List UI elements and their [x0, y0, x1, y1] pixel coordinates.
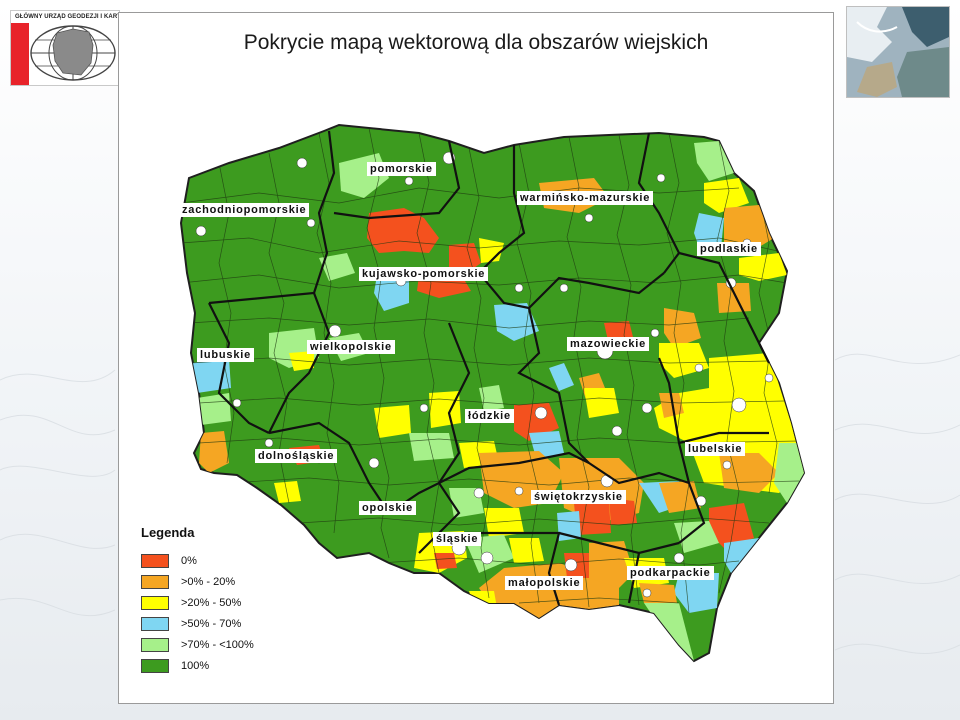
logo-text: GŁÓWNY URZĄD GEODEZJI I KARTO [15, 14, 126, 20]
legend-item: >0% - 20% [141, 571, 291, 592]
map-legend: Legenda 0% >0% - 20% >20% - 50% >50% - 7… [141, 525, 291, 676]
region-label-lubelskie: lubelskie [685, 442, 746, 456]
legend-item: 100% [141, 655, 291, 676]
legend-swatch-0 [141, 553, 169, 568]
region-label-podkarpackie: podkarpackie [627, 566, 714, 580]
map-panel: Pokrycie mapą wektorową dla obszarów wie… [118, 12, 834, 704]
gugik-logo: GŁÓWNY URZĄD GEODEZJI I KARTO [10, 10, 126, 86]
legend-label: >70% - <100% [181, 638, 254, 651]
legend-item: >50% - 70% [141, 613, 291, 634]
legend-label: >50% - 70% [181, 617, 242, 630]
region-label-malopolskie: małopolskie [505, 576, 584, 590]
coverage-patch [509, 538, 544, 563]
region-label-warminsko-mazurskie: warmińsko-mazurskie [517, 191, 654, 205]
region-label-opolskie: opolskie [359, 501, 417, 515]
coverage-patch [724, 538, 759, 573]
legend-label: 0% [181, 554, 197, 567]
legend-item: >20% - 50% [141, 592, 291, 613]
region-label-slaskie: śląskie [433, 532, 482, 546]
coverage-patch [584, 388, 619, 418]
legend-label: >20% - 50% [181, 596, 242, 609]
coverage-patch [409, 433, 454, 461]
legend-label: 100% [181, 659, 210, 672]
region-label-dolnoslaskie: dolnośląskie [255, 449, 338, 463]
satellite-image-icon [846, 6, 950, 98]
legend-swatch-1 [141, 574, 169, 589]
region-label-lodzkie: łódzkie [465, 409, 514, 423]
region-label-podlaskie: podlaskie [697, 242, 761, 256]
legend-item: >70% - <100% [141, 634, 291, 655]
poland-globe-logo-icon [11, 23, 116, 85]
region-label-pomorskie: pomorskie [367, 162, 436, 176]
coverage-patch [469, 591, 497, 608]
region-label-lubuskie: lubuskie [197, 348, 255, 362]
region-label-mazowieckie: mazowieckie [567, 337, 650, 351]
legend-swatch-3 [141, 616, 169, 631]
legend-swatch-2 [141, 595, 169, 610]
region-label-swietokrzyskie: świętokrzyskie [531, 490, 626, 504]
legend-title: Legenda [141, 525, 195, 540]
legend-swatch-4 [141, 637, 169, 652]
legend-swatch-5 [141, 658, 169, 673]
region-label-wielkopolskie: wielkopolskie [307, 340, 395, 354]
legend-item: 0% [141, 550, 291, 571]
legend-label: >0% - 20% [181, 575, 236, 588]
coverage-patch [717, 283, 751, 313]
region-label-zachodniopomorskie: zachodniopomorskie [179, 203, 310, 217]
region-label-kujawsko-pomorskie: kujawsko-pomorskie [359, 267, 489, 281]
